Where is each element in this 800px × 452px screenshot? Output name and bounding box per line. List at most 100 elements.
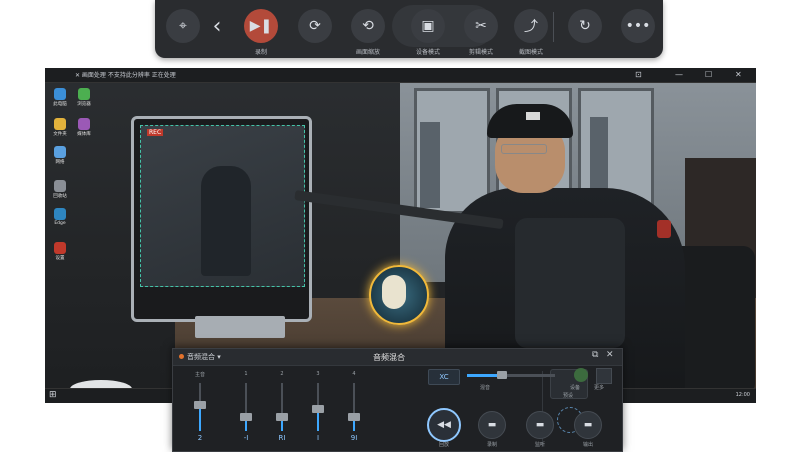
desktop-icon-label: Edge	[54, 221, 66, 226]
channel-fader-knob[interactable]	[240, 413, 252, 421]
scroll-mode-button[interactable]: ⟲	[351, 9, 385, 43]
rec-badge: REC	[147, 129, 164, 136]
channel-value: I	[316, 434, 320, 442]
more-icon[interactable]	[596, 368, 612, 384]
mixer-channel: 4 9I	[343, 371, 365, 447]
play-pause-button[interactable]: ▶❚	[244, 9, 278, 43]
channel-value: -I	[243, 434, 249, 442]
record-label: 录制	[486, 442, 497, 448]
mixer-header: 音频混合 ▾ 音频混合 ⧉ ✕	[173, 349, 622, 366]
desktop-icon-label: 此电脑	[53, 102, 67, 107]
channel-fader-knob[interactable]	[276, 413, 288, 421]
network-icon	[54, 146, 66, 158]
output-icon: ▬	[583, 420, 593, 430]
desktop-icon-edge[interactable]: Edge	[47, 208, 73, 226]
desktop-icon-label: 网络	[55, 160, 65, 165]
shoulder-patch	[657, 220, 671, 238]
channel-fader-knob[interactable]	[348, 413, 360, 421]
channel-name: 主音	[194, 372, 205, 378]
channel-value: RI	[278, 434, 286, 442]
desktop-icon-media[interactable]: 媒体库	[71, 118, 97, 137]
more-label: 更多	[594, 385, 605, 391]
record-icon: ▬	[487, 420, 497, 430]
device-icon[interactable]	[574, 368, 588, 382]
close-icon[interactable]: ✕	[606, 350, 614, 360]
channel-value: 9I	[350, 434, 358, 442]
this-pc-icon	[54, 88, 66, 100]
folder-icon	[54, 118, 66, 130]
rewind-button[interactable]: ◀◀	[427, 408, 461, 442]
monitor-screen: REC	[140, 125, 305, 287]
toolbar-divider	[553, 12, 554, 42]
share-icon: ⤴	[524, 19, 538, 35]
share-tool-button[interactable]: ⤴	[514, 9, 548, 43]
master-label: 混音	[480, 385, 491, 391]
audio-mixer-panel: 音频混合 ▾ 音频混合 ⧉ ✕ 主音 2 1 -I 2 RI 3 I 4 9I 预设	[172, 348, 623, 452]
windows-start-icon[interactable]: ⊞	[49, 390, 57, 400]
more-icon: •••	[625, 18, 651, 34]
tray-clock: 12:00	[735, 392, 750, 398]
xc-button[interactable]: XC	[428, 369, 460, 385]
scroll-icon: ⟲	[362, 18, 374, 34]
share-tool-label: 截图模式	[518, 49, 543, 56]
preset-label: 预设	[562, 393, 573, 399]
device-mode-label: 设备模式	[415, 49, 440, 56]
maximize-icon[interactable]: ☐	[705, 70, 712, 79]
popout-icon[interactable]: ⧉	[592, 350, 598, 360]
monitor-button[interactable]: ▬	[526, 411, 554, 439]
building	[420, 122, 440, 208]
mixer-channel: 2 RI	[271, 371, 293, 447]
device-mode-button[interactable]: ▣	[411, 9, 445, 43]
rotate-icon: ⟳	[309, 18, 321, 34]
desktop-icon-label: 文件夹	[53, 132, 67, 137]
rewind-label: 回放	[438, 442, 449, 448]
chevron-left-icon: ‹	[212, 13, 222, 39]
mixer-title: 音频混合	[373, 353, 405, 362]
desktop-icon-settings[interactable]: 设置	[47, 242, 73, 261]
mixer-source-dropdown[interactable]: 音频混合 ▾	[187, 352, 221, 362]
media-icon	[78, 118, 90, 130]
camera-icon[interactable]: ⊡	[635, 70, 642, 79]
monitor-stand	[195, 316, 285, 338]
channel-name: 3	[316, 371, 320, 377]
play-pause-icon: ▶❚	[249, 18, 273, 34]
settings-icon	[54, 242, 66, 254]
channel-name: 1	[244, 371, 248, 377]
master-slider-knob[interactable]	[497, 371, 507, 379]
device-label: 设备	[570, 385, 581, 391]
channel-value: 2	[197, 434, 203, 442]
cap	[487, 104, 573, 138]
desktop-icon-label: 设置	[55, 256, 65, 261]
title-bar: ✕ 画面处理 不支持此分辨率 正在处理 ⊡ — ☐ ✕	[45, 68, 756, 83]
target-button[interactable]: ⌖	[166, 9, 200, 43]
rewind-icon: ◀◀	[437, 420, 451, 430]
desktop-icon-network[interactable]: 网络	[47, 146, 73, 165]
recycle-icon	[54, 180, 66, 192]
cut-tool-button[interactable]: ✂	[464, 9, 498, 43]
mouse-icon	[382, 275, 406, 309]
rotate-button[interactable]: ⟳	[298, 9, 332, 43]
desktop-icon-label: 回收站	[53, 194, 67, 199]
record-button[interactable]: ▬	[478, 411, 506, 439]
mixer-channel: 3I	[307, 371, 329, 447]
channel-fader-knob[interactable]	[312, 405, 324, 413]
monitor: REC	[131, 116, 312, 322]
desktop-icon-recycle[interactable]: 回收站	[47, 180, 73, 199]
output-button[interactable]: ▬	[574, 411, 602, 439]
desktop-icon-folder[interactable]: 文件夹	[47, 118, 73, 137]
tactical-vest	[515, 218, 625, 348]
play-pause-label: 录制	[254, 49, 267, 56]
channel-fader-knob[interactable]	[194, 401, 206, 409]
monitor-icon: ▬	[535, 420, 545, 430]
target-icon: ⌖	[179, 18, 187, 34]
minimize-icon[interactable]: —	[675, 70, 683, 79]
mixer-channel: 主音 2	[189, 371, 211, 447]
output-label: 输出	[582, 442, 593, 448]
close-icon[interactable]: ✕	[735, 70, 742, 79]
back-button[interactable]: ‹	[200, 9, 234, 43]
scroll-mode-label: 画面缩放	[355, 49, 380, 56]
more-button[interactable]: •••	[621, 9, 655, 43]
desktop-icon-browser[interactable]: 浏览器	[71, 88, 97, 107]
refresh-button[interactable]: ↻	[568, 9, 602, 43]
desktop-icon-this-pc[interactable]: 此电脑	[47, 88, 73, 107]
